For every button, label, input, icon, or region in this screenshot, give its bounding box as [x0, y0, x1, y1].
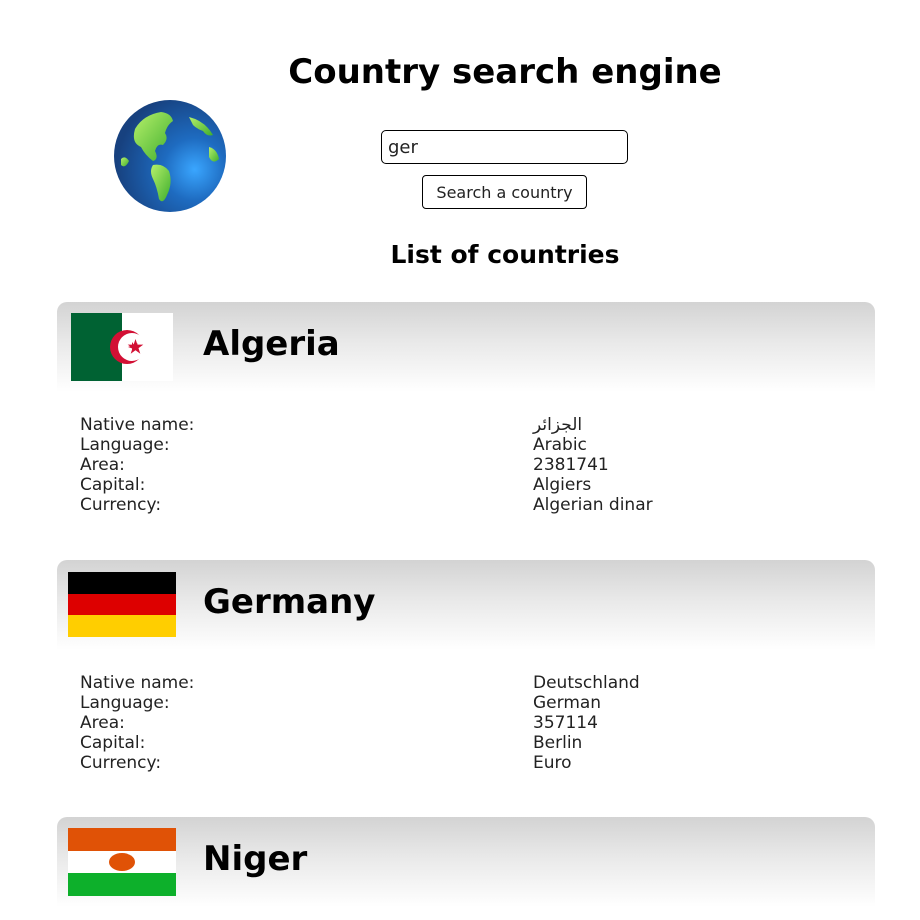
detail-value: Deutschland: [533, 673, 640, 693]
country-details: Native name: الجزائر Language: Arabic Ar…: [57, 415, 875, 515]
page-title: Country search engine: [288, 52, 722, 92]
detail-row: Native name: Deutschland: [80, 673, 875, 693]
detail-row: Language: Arabic: [80, 435, 875, 455]
detail-label: Capital:: [80, 475, 146, 495]
detail-label: Language:: [80, 435, 170, 455]
niger-flag-icon: [68, 828, 176, 896]
country-name: Germany: [203, 582, 376, 622]
page: Country search engine Search a country L…: [0, 0, 920, 920]
detail-label: Language:: [80, 693, 170, 713]
germany-flag-icon: [68, 572, 176, 637]
country-card-header: Algeria: [57, 302, 875, 392]
country-card-algeria: Algeria Native name: الجزائر Language: A…: [57, 302, 875, 515]
search-button[interactable]: Search a country: [422, 175, 587, 209]
search-input[interactable]: [381, 130, 628, 164]
country-card-header: Germany: [57, 560, 875, 650]
detail-value: Arabic: [533, 435, 587, 455]
detail-row: Currency: Algerian dinar: [80, 495, 875, 515]
detail-row: Area: 2381741: [80, 455, 875, 475]
globe-icon: [113, 99, 227, 213]
detail-value: الجزائر: [533, 415, 583, 435]
detail-value: 357114: [533, 713, 598, 733]
country-card-germany: Germany Native name: Deutschland Languag…: [57, 560, 875, 773]
detail-label: Native name:: [80, 415, 195, 435]
detail-row: Capital: Algiers: [80, 475, 875, 495]
country-name: Niger: [203, 839, 308, 879]
detail-label: Area:: [80, 713, 125, 733]
detail-row: Language: German: [80, 693, 875, 713]
detail-label: Native name:: [80, 673, 195, 693]
country-card-header: Niger: [57, 817, 875, 907]
country-details: Native name: Deutschland Language: Germa…: [57, 673, 875, 773]
detail-value: Algerian dinar: [533, 495, 653, 515]
detail-row: Currency: Euro: [80, 753, 875, 773]
detail-label: Area:: [80, 455, 125, 475]
detail-label: Capital:: [80, 733, 146, 753]
list-heading: List of countries: [390, 240, 620, 269]
algeria-flag-icon: [71, 313, 173, 381]
country-card-niger: Niger: [57, 817, 875, 907]
detail-value: 2381741: [533, 455, 609, 475]
detail-value: Euro: [533, 753, 572, 773]
country-name: Algeria: [203, 324, 340, 364]
detail-row: Area: 357114: [80, 713, 875, 733]
detail-row: Capital: Berlin: [80, 733, 875, 753]
detail-label: Currency:: [80, 495, 162, 515]
detail-row: Native name: الجزائر: [80, 415, 875, 435]
detail-value: Algiers: [533, 475, 592, 495]
detail-value: Berlin: [533, 733, 583, 753]
detail-label: Currency:: [80, 753, 162, 773]
detail-value: German: [533, 693, 602, 713]
